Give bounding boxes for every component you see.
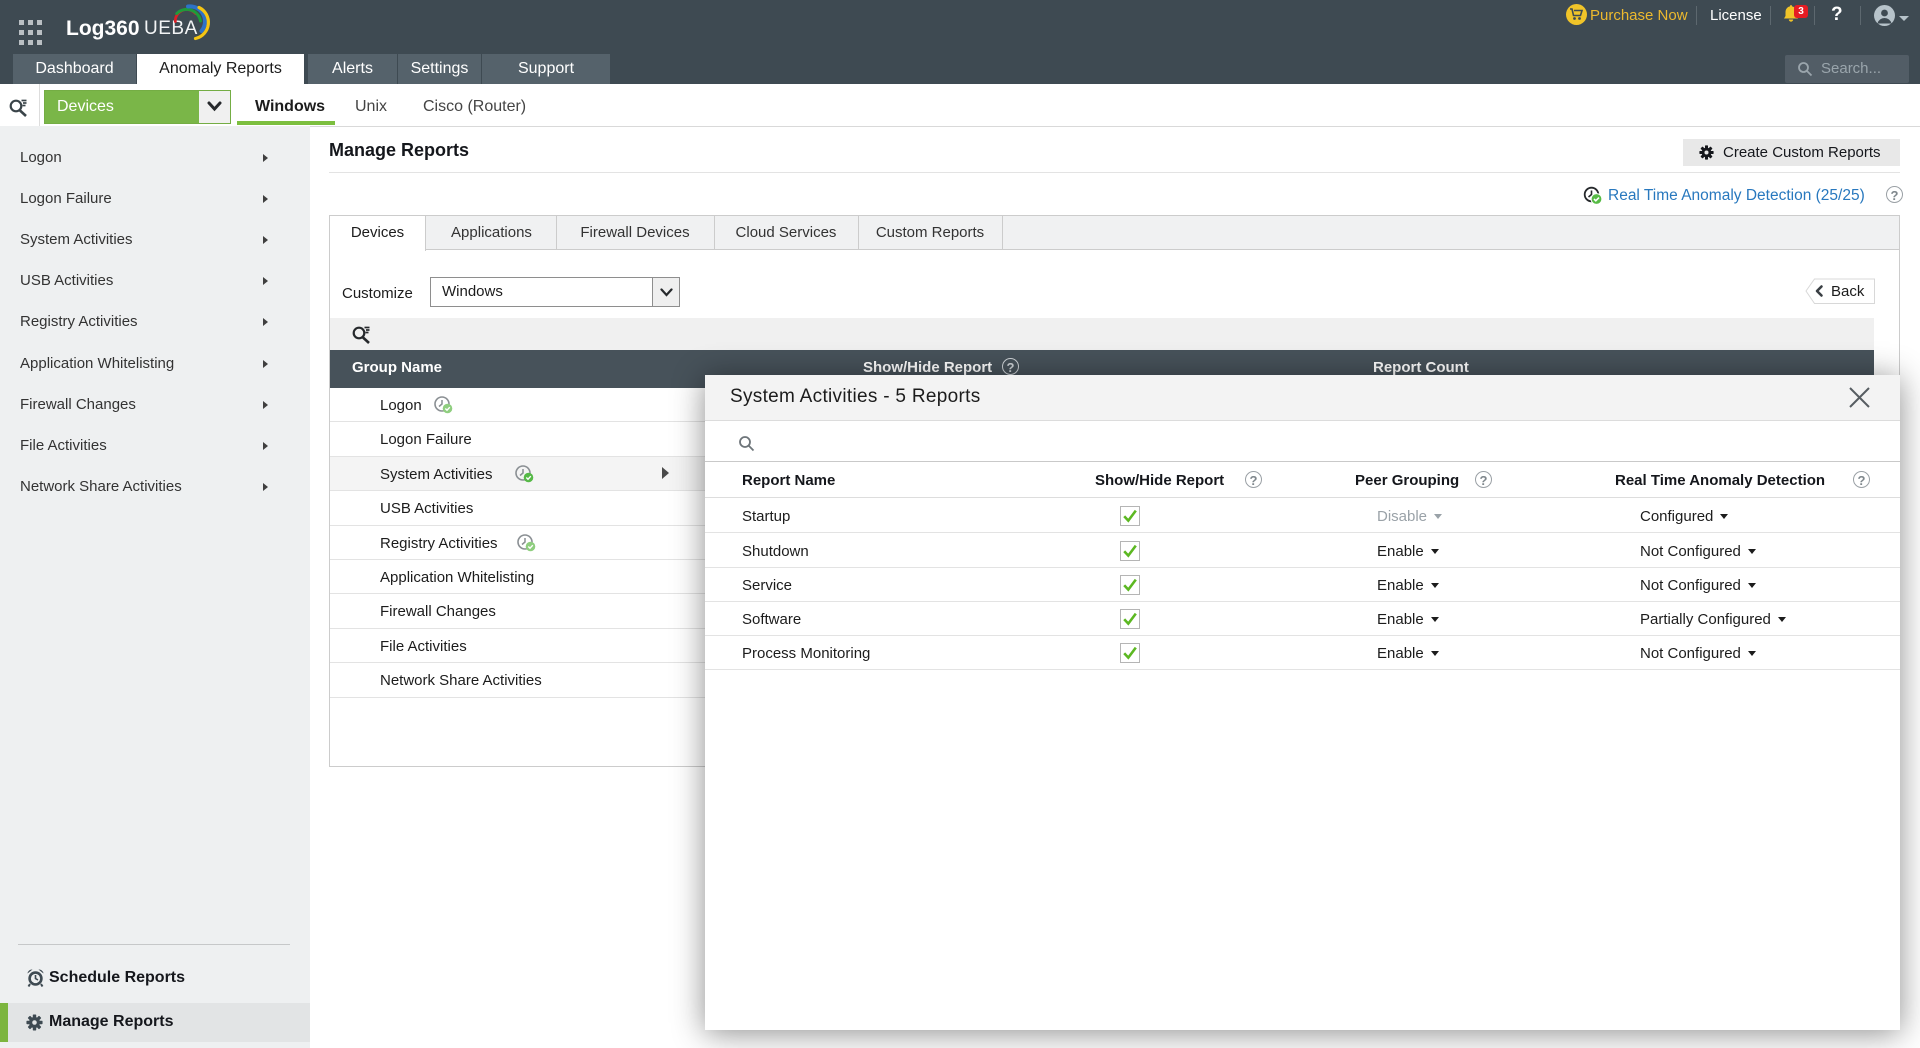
svg-text:Back: Back [1831, 283, 1865, 300]
